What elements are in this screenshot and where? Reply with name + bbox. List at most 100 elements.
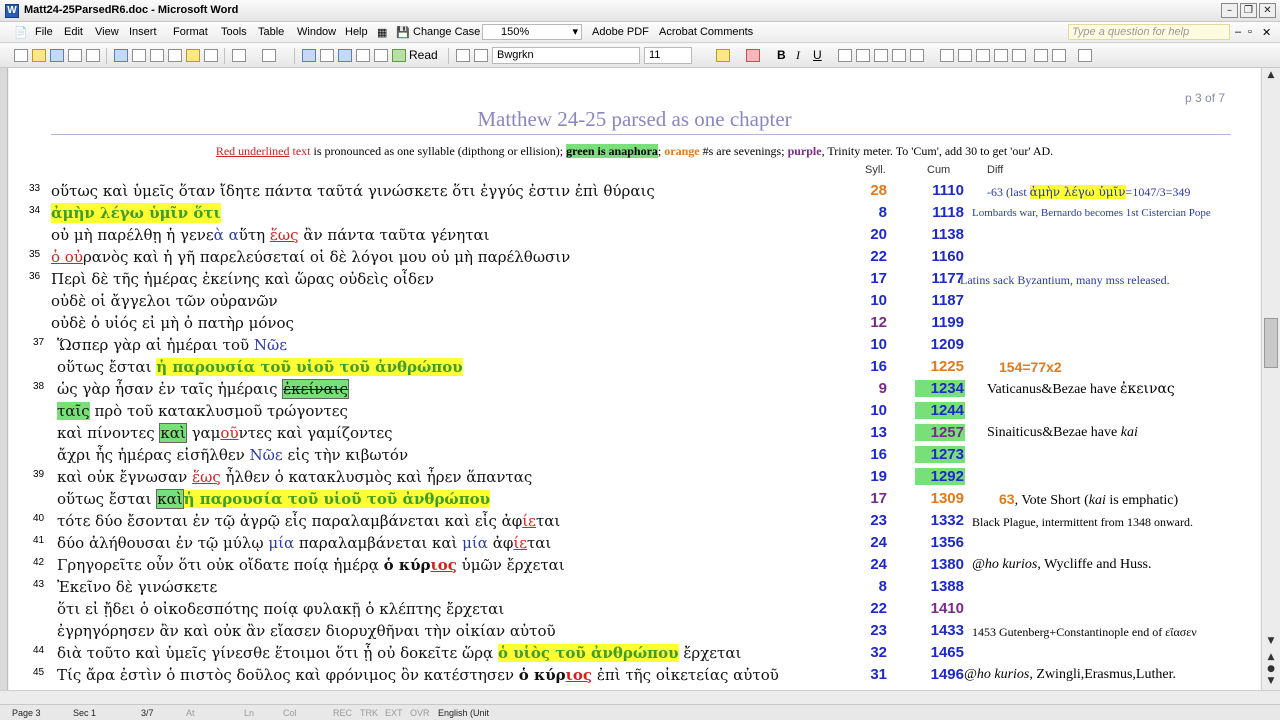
- read-button[interactable]: Read: [409, 48, 438, 62]
- restore-button[interactable]: ❐: [1240, 3, 1257, 18]
- verse-row: 33 οὕτως καὶ ὑμεῖς ὅταν ἴδητε πάντα ταῦτ…: [29, 182, 1191, 200]
- font-name-select[interactable]: Bwgrkn: [492, 47, 640, 64]
- drawing-icon[interactable]: [392, 49, 406, 62]
- menu-acrobat-comments[interactable]: Acrobat Comments: [659, 26, 753, 38]
- bullets-icon[interactable]: [958, 49, 972, 62]
- doc-close-button[interactable]: ✕: [1262, 26, 1271, 39]
- copy-icon[interactable]: [168, 49, 182, 62]
- syll-column-header: Syll.: [865, 164, 886, 176]
- legend-line: Red underlined text is pronounced as one…: [215, 144, 1054, 158]
- help-search-input[interactable]: Type a question for help: [1068, 24, 1230, 40]
- research-icon[interactable]: [132, 49, 146, 62]
- menu-change-case[interactable]: Change Case: [413, 26, 480, 38]
- open-icon[interactable]: [32, 49, 46, 62]
- decrease-indent-icon[interactable]: [976, 49, 990, 62]
- doc-icon[interactable]: 📄: [14, 26, 28, 39]
- excel-icon[interactable]: [356, 49, 370, 62]
- cut-icon[interactable]: [150, 49, 164, 62]
- indent-icon[interactable]: [1012, 49, 1026, 62]
- extra-icon[interactable]: ▦: [377, 26, 387, 39]
- verse-row: 34 ἀμὴν λέγω ὑμῖν ὅτι 8 1118 Lombards wa…: [29, 203, 1211, 223]
- align-left-icon[interactable]: [838, 49, 852, 62]
- zoom-select[interactable]: 150% ▾: [482, 24, 582, 40]
- diff-column-header: Diff: [987, 164, 1004, 176]
- print-icon[interactable]: [86, 49, 100, 62]
- verse-row: οὕτως ἔσται καὶἡ παρουσία τοῦ υἱοῦ τοῦ ἀ…: [57, 489, 1179, 509]
- new-doc-icon[interactable]: [14, 49, 28, 62]
- bold-button[interactable]: B: [777, 48, 786, 62]
- title-rule: [51, 134, 1231, 135]
- font-color-icon[interactable]: [746, 49, 760, 62]
- increase-indent-icon[interactable]: [994, 49, 1008, 62]
- verse-row: 43 Ἐκεῖνο δὲ γινώσκετε 8 1388: [33, 578, 964, 596]
- format-painter-icon[interactable]: [204, 49, 218, 62]
- align-right-icon[interactable]: [874, 49, 888, 62]
- verse-row: οὐδὲ ὁ υἱός εἰ μὴ ὁ πατὴρ μόνος 12 1199: [51, 314, 964, 332]
- save-icon[interactable]: 💾: [396, 26, 410, 39]
- vertical-scrollbar[interactable]: ▲ ▼ ▲ ● ▼: [1261, 68, 1280, 690]
- scroll-down-icon[interactable]: ▼: [1265, 636, 1277, 648]
- menu-file[interactable]: File: [35, 26, 53, 38]
- verse-row: 41 δύο ἀλήθουσαι ἐν τῷ μύλῳ μία παραλαμβ…: [33, 534, 964, 552]
- font-size-select[interactable]: 11: [644, 47, 692, 64]
- window-controls: – ❐ ✕: [1221, 3, 1276, 18]
- verse-row: οὐδὲ οἱ ἄγγελοι τῶν οὐρανῶν 10 1187: [51, 292, 964, 310]
- menu-edit[interactable]: Edit: [64, 26, 83, 38]
- styles-icon[interactable]: [456, 49, 470, 62]
- scroll-up-icon[interactable]: ▲: [1265, 70, 1277, 82]
- doc-restore-button[interactable]: ▫: [1248, 26, 1252, 38]
- browse-object-icon[interactable]: ●: [1265, 664, 1277, 676]
- page-number: p 3 of 7: [1185, 91, 1226, 105]
- syllable-count: 28: [870, 182, 887, 199]
- line-spacing-icon[interactable]: [910, 49, 924, 62]
- minimize-button[interactable]: –: [1221, 3, 1238, 18]
- title-bar: W Matt24-25ParsedR6.doc - Microsoft Word…: [0, 0, 1280, 22]
- insert-table-icon[interactable]: [338, 49, 352, 62]
- highlight-icon[interactable]: [716, 49, 730, 62]
- direction-icon[interactable]: [1052, 49, 1066, 62]
- menu-insert[interactable]: Insert: [129, 26, 157, 38]
- redo-icon[interactable]: [262, 49, 276, 62]
- spelling-icon[interactable]: [114, 49, 128, 62]
- word-app-icon[interactable]: W: [5, 4, 19, 18]
- menu-help[interactable]: Help: [345, 26, 368, 38]
- verse-row: 40 τότε δύο ἔσονται ἐν τῷ ἀγρῷ εἷς παραλ…: [33, 512, 1193, 530]
- menu-bar: 📄 File Edit View Insert Format Tools Tab…: [0, 22, 1280, 43]
- numbering-icon[interactable]: [940, 49, 954, 62]
- menu-window[interactable]: Window: [297, 26, 336, 38]
- permission-icon[interactable]: [68, 49, 82, 62]
- tables-borders-icon[interactable]: [320, 49, 334, 62]
- document-page[interactable]: p 3 of 7 Matthew 24-25 parsed as one cha…: [9, 68, 1260, 690]
- verse-row: 39 καὶ οὐκ ἔγνωσαν ἕως ἦλθεν ὁ κατακλυσμ…: [33, 468, 965, 486]
- columns-icon[interactable]: [374, 49, 388, 62]
- menu-adobe-pdf[interactable]: Adobe PDF: [592, 26, 649, 38]
- save-doc-icon[interactable]: [50, 49, 64, 62]
- verse-row: 37 Ὥσπερ γὰρ αἱ ἡμέραι τοῦ Νῶε 10 1209: [33, 336, 964, 354]
- next-page-icon[interactable]: ▼: [1265, 676, 1277, 688]
- font-style-icon[interactable]: [474, 49, 488, 62]
- verse-row: 44 διὰ τοῦτο καὶ ὑμεῖς γίνεσθε ἕτοιμοι ὅ…: [33, 644, 964, 662]
- menu-view[interactable]: View: [95, 26, 119, 38]
- verse-row: 35 ὁ οὐρανὸς καὶ ἡ γῆ παρελεύσεταί οἱ δὲ…: [29, 248, 964, 266]
- hyperlink-icon[interactable]: [302, 49, 316, 62]
- borders-icon[interactable]: [1078, 49, 1092, 62]
- language-icon[interactable]: [1034, 49, 1048, 62]
- verse-row: οὕτως ἔσται ἡ παρουσία τοῦ υἱοῦ τοῦ ἀνθρ…: [57, 358, 1062, 376]
- scroll-thumb[interactable]: [1264, 318, 1278, 368]
- italic-button[interactable]: I: [796, 48, 800, 63]
- close-button[interactable]: ✕: [1259, 3, 1276, 18]
- doc-minimize-button[interactable]: –: [1235, 26, 1241, 38]
- verse-row: ἄχρι ἧς ἡμέρας εἰσῆλθεν Νῶε εἰς τὴν κιβω…: [57, 446, 965, 464]
- menu-format[interactable]: Format: [173, 26, 208, 38]
- verse-row: 45 Τίς ἄρα ἐστὶν ὁ πιστὸς δοῦλος καὶ φρό…: [33, 666, 1176, 684]
- menu-tools[interactable]: Tools: [221, 26, 247, 38]
- justify-icon[interactable]: [892, 49, 906, 62]
- prev-page-icon[interactable]: ▲: [1265, 652, 1277, 664]
- paste-icon[interactable]: [186, 49, 200, 62]
- horizontal-scrollbar[interactable]: [0, 690, 1280, 704]
- undo-icon[interactable]: [232, 49, 246, 62]
- menu-table[interactable]: Table: [258, 26, 284, 38]
- window-title: Matt24-25ParsedR6.doc - Microsoft Word: [24, 4, 239, 16]
- underline-button[interactable]: U: [813, 48, 822, 62]
- align-center-icon[interactable]: [856, 49, 870, 62]
